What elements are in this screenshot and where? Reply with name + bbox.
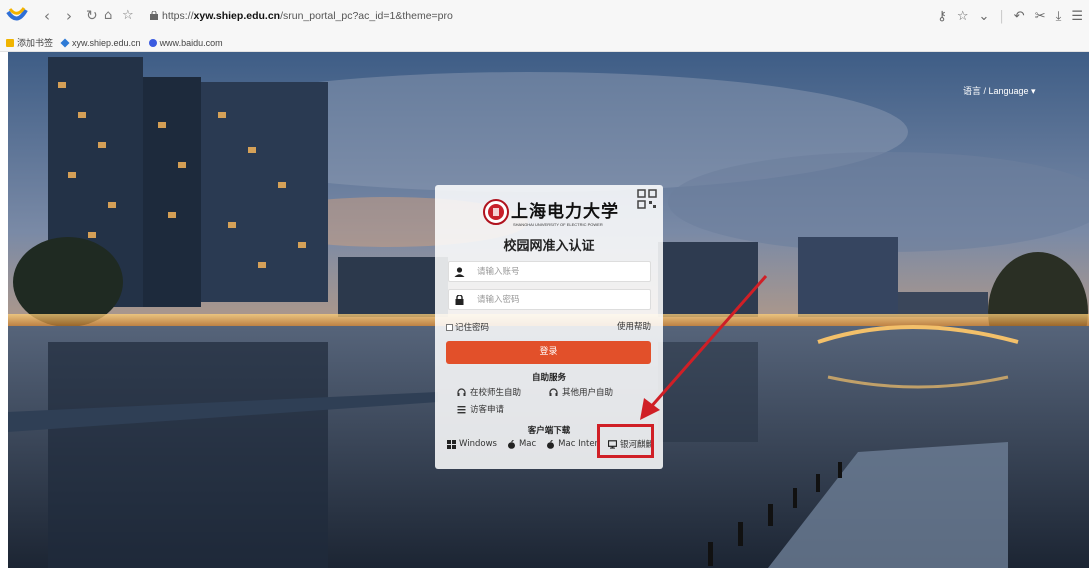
download-windows[interactable]: Windows [447, 439, 497, 449]
site-favicon-icon [60, 37, 70, 48]
bookmark-baidu[interactable]: www.baidu.com [148, 38, 223, 48]
forward-button[interactable]: › [66, 9, 72, 24]
back-button[interactable]: ‹ [44, 9, 50, 24]
headset-icon [549, 387, 558, 396]
bookmark-xyw[interactable]: xyw.shiep.edu.cn [60, 37, 141, 48]
windows-icon [447, 439, 456, 449]
address-bar[interactable]: https://xyw.shiep.edu.cn/srun_portal_pc?… [162, 10, 453, 22]
lock-icon [150, 11, 158, 20]
download-mac-intel[interactable]: Mac Inter [546, 439, 598, 449]
visitor-application[interactable]: 访客申请 [457, 403, 504, 415]
bookmarks-bar: 添加书签 xyw.shiep.edu.cn www.baidu.com [0, 34, 1089, 52]
remember-label: 记住密码 [455, 323, 490, 333]
browser-logo-icon[interactable] [6, 6, 28, 24]
university-brand: 上海电力大学 SHANGHAI UNIVERSITY OF ELECTRIC P… [483, 197, 623, 237]
login-button[interactable]: 登录 [446, 341, 651, 364]
toolbar-actions: ⚷ ☆ ⌄ | ↶ ✂ ⤓ ☰ [937, 6, 1089, 26]
remember-checkbox[interactable] [446, 323, 453, 331]
bookmark-add-icon [6, 38, 14, 47]
password-field[interactable] [448, 289, 651, 310]
home-icon[interactable]: ⌂ [104, 9, 112, 23]
help-link[interactable]: 使用帮助 [617, 320, 651, 332]
self-service-staff-student[interactable]: 在校师生自助 [457, 386, 521, 398]
bookmark-add[interactable]: 添加书签 [6, 36, 53, 49]
baidu-paw-icon [148, 38, 157, 47]
username-field[interactable] [448, 261, 651, 282]
university-seal-icon [483, 199, 509, 225]
qr-code-icon[interactable] [637, 189, 657, 209]
remember-password[interactable]: 记住密码 [446, 321, 489, 333]
apple-icon [547, 439, 555, 449]
list-icon [457, 405, 466, 413]
browser-toolbar: ‹ › ↻ ⌂ ☆ https://xyw.shiep.edu.cn/srun_… [0, 0, 1089, 34]
university-name: 上海电力大学 [511, 202, 619, 222]
user-icon [454, 267, 465, 277]
dropdown-icon[interactable]: ⌄ [978, 9, 989, 24]
download-icon[interactable]: ⤓ [1056, 9, 1062, 24]
highlight-box [597, 424, 654, 458]
language-selector[interactable]: 语言 / Language ▾ [963, 84, 1036, 97]
username-input[interactable] [477, 264, 647, 280]
menu-icon[interactable]: ☰ [1071, 9, 1083, 24]
bookmark-star-icon[interactable]: ☆ [122, 9, 134, 23]
reload-icon[interactable]: ↻ [86, 9, 98, 23]
cut-icon[interactable]: ✂ [1035, 9, 1046, 24]
download-mac[interactable]: Mac [507, 439, 536, 449]
self-service-other-users[interactable]: 其他用户自助 [549, 386, 613, 398]
key-icon[interactable]: ⚷ [937, 9, 947, 24]
password-input[interactable] [477, 292, 647, 308]
self-service-title: 自助服务 [531, 373, 566, 383]
lock-icon [455, 295, 464, 305]
undo-icon[interactable]: ↶ [1014, 9, 1025, 24]
headset-icon [457, 387, 466, 396]
favorite-icon[interactable]: ☆ [957, 9, 969, 24]
toolbar-divider: | [999, 8, 1004, 24]
apple-icon [507, 439, 515, 449]
page-title: 校园网准入认证 [503, 239, 595, 254]
university-name-en: SHANGHAI UNIVERSITY OF ELECTRIC POWER [513, 222, 603, 227]
